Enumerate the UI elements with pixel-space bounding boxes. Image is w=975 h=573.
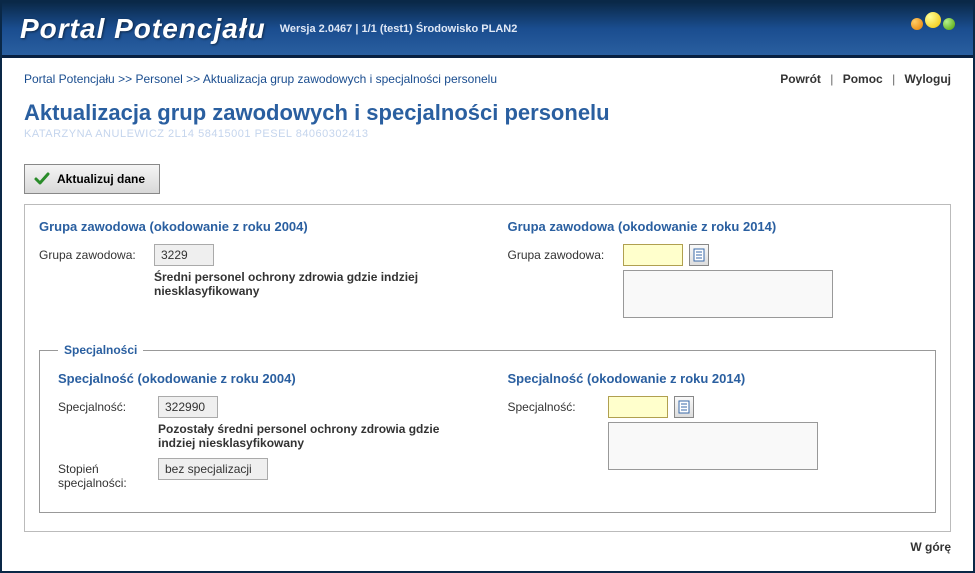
spec-2014-label: Specjalność: xyxy=(508,396,608,414)
dot-icon xyxy=(911,18,923,30)
app-title: Portal Potencjału xyxy=(20,13,266,45)
main-panel: Grupa zawodowa (okodowanie z roku 2004) … xyxy=(24,204,951,532)
breadcrumb: Portal Potencjału >> Personel >> Aktuali… xyxy=(24,72,497,86)
spec-2014-section: Specjalność (okodowanie z roku 2014) Spe… xyxy=(508,371,918,494)
app-window: Portal Potencjału Wersja 2.0467 | 1/1 (t… xyxy=(0,0,975,573)
dot-icon xyxy=(943,18,955,30)
help-link[interactable]: Pomoc xyxy=(843,72,883,86)
group-row: Grupa zawodowa (okodowanie z roku 2004) … xyxy=(39,219,936,325)
spec-2004-label: Specjalność: xyxy=(58,396,158,414)
breadcrumb-home[interactable]: Portal Potencjału xyxy=(24,72,115,86)
spec-fieldset: Specjalności Specjalność (okodowanie z r… xyxy=(39,343,936,513)
spec-2014-code-input[interactable] xyxy=(608,396,668,418)
update-button[interactable]: Aktualizuj dane xyxy=(24,164,160,194)
app-subtitle: Wersja 2.0467 | 1/1 (test1) Środowisko P… xyxy=(280,23,518,35)
nav-sep: | xyxy=(892,72,895,86)
dot-icon xyxy=(925,12,941,28)
check-icon xyxy=(33,170,51,188)
group-2014-lookup-button[interactable] xyxy=(689,244,709,266)
group-2004-section: Grupa zawodowa (okodowanie z roku 2004) … xyxy=(39,219,468,325)
spec-2004-desc: Pozostały średni personel ochrony zdrowi… xyxy=(158,422,458,450)
scroll-top-link[interactable]: W górę xyxy=(910,540,951,554)
logout-link[interactable]: Wyloguj xyxy=(905,72,951,86)
breadcrumb-current: Aktualizacja grup zawodowych i specjalno… xyxy=(203,72,497,86)
spec-2004-section: Specjalność (okodowanie z roku 2004) Spe… xyxy=(58,371,468,494)
breadcrumb-sep: >> xyxy=(186,72,203,86)
spec-2004-code: 322990 xyxy=(158,396,218,418)
group-2014-desc-textarea[interactable] xyxy=(623,270,833,318)
spec-2004-heading: Specjalność (okodowanie z roku 2004) xyxy=(58,371,468,386)
group-2014-heading: Grupa zawodowa (okodowanie z roku 2014) xyxy=(508,219,937,234)
breadcrumb-personel[interactable]: Personel xyxy=(135,72,182,86)
spec-2014-desc-textarea[interactable] xyxy=(608,422,818,470)
content-area: Portal Potencjału >> Personel >> Aktuali… xyxy=(2,58,973,564)
nav-sep: | xyxy=(830,72,833,86)
spec-legend: Specjalności xyxy=(58,343,143,357)
app-header: Portal Potencjału Wersja 2.0467 | 1/1 (t… xyxy=(2,2,973,58)
spec-2014-heading: Specjalność (okodowanie z roku 2014) xyxy=(508,371,918,386)
back-link[interactable]: Powrót xyxy=(780,72,821,86)
header-decor xyxy=(911,12,955,30)
group-2014-label: Grupa zawodowa: xyxy=(508,244,623,262)
group-2004-desc: Średni personel ochrony zdrowia gdzie in… xyxy=(154,270,454,298)
page-title: Aktualizacja grup zawodowych i specjalno… xyxy=(24,100,951,126)
spec-2004-degree: bez specjalizacji xyxy=(158,458,268,480)
list-icon xyxy=(693,248,705,262)
page-subtitle: KATARZYNA ANULEWICZ 2L14 58415001 PESEL … xyxy=(24,128,951,140)
list-icon xyxy=(678,400,690,414)
breadcrumb-sep: >> xyxy=(118,72,135,86)
spec-row: Specjalność (okodowanie z roku 2004) Spe… xyxy=(58,371,917,494)
spec-2004-degree-label: Stopień specjalności: xyxy=(58,458,158,490)
group-2004-label: Grupa zawodowa: xyxy=(39,244,154,262)
footer: W górę xyxy=(24,540,951,554)
group-2004-code: 3229 xyxy=(154,244,214,266)
group-2014-code-input[interactable] xyxy=(623,244,683,266)
topbar: Portal Potencjału >> Personel >> Aktuali… xyxy=(24,72,951,86)
update-button-label: Aktualizuj dane xyxy=(57,172,145,186)
spec-2014-lookup-button[interactable] xyxy=(674,396,694,418)
group-2014-section: Grupa zawodowa (okodowanie z roku 2014) … xyxy=(508,219,937,325)
topbar-links: Powrót | Pomoc | Wyloguj xyxy=(780,72,951,86)
group-2004-heading: Grupa zawodowa (okodowanie z roku 2004) xyxy=(39,219,468,234)
